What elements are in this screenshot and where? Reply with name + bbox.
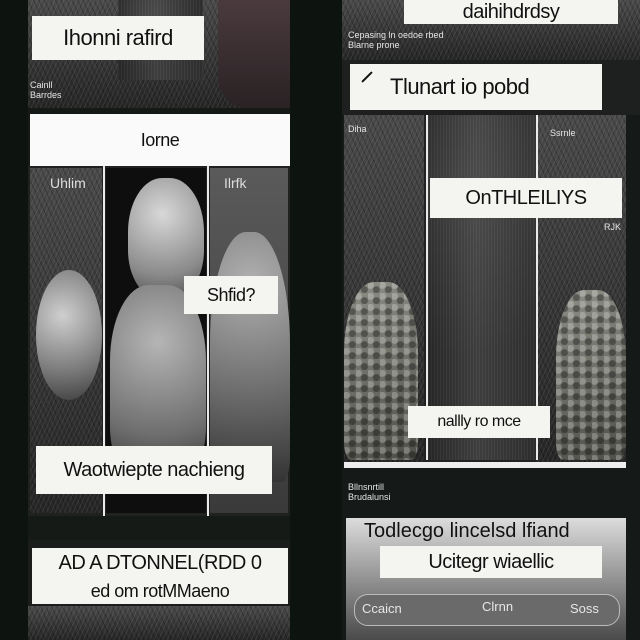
right-footer-tag-3: Soss <box>570 601 599 616</box>
left-column: Ihonni rafird Cainll Barrdes Iorne Uhlim… <box>28 0 290 640</box>
left-strip-right-caption: Ilrfk <box>224 175 247 191</box>
right-foot-right <box>556 290 626 460</box>
left-footer-line-1: AD A DTONNEL(RDD 0 <box>32 548 288 578</box>
right-small-caption: Bllnsnrtill Brudalunsi <box>348 482 391 502</box>
right-bottom-rule <box>344 462 626 468</box>
right-footer-text-1: Todlecgo lincelsd lfiand <box>364 520 570 542</box>
left-bottom-label: Waotwiepte nachieng <box>36 446 272 494</box>
right-foot-left <box>344 282 418 460</box>
right-side-caption-1: Diha <box>348 124 367 134</box>
left-top-figure <box>218 0 290 108</box>
right-footer-tag-2: Clrnn <box>482 599 514 614</box>
right-column: daihihdrdsy Cepasing ln oedoe rbed Blarn… <box>342 0 640 640</box>
right-side-caption-2: Ssrnle <box>550 128 576 138</box>
left-stone-right <box>210 232 290 482</box>
right-quote-label: Tlunart io pobd <box>350 64 602 110</box>
right-top-caption: Cepasing ln oedoe rbed Blarne prone <box>348 30 444 50</box>
right-footer-tag-1: Ccaicn <box>362 601 402 616</box>
right-mid-label: OnTHLEILIYS <box>430 178 622 218</box>
right-bottom-label: nallly ro mce <box>408 406 550 438</box>
left-footer-line-2: ed om rotMMaeno <box>32 578 288 604</box>
left-top-label: Ihonni rafird <box>32 16 204 60</box>
left-egg <box>36 270 102 400</box>
left-strip-left-caption: Uhlim <box>50 175 86 191</box>
right-top-label: daihihdrdsy <box>404 0 618 24</box>
right-mid-small: RJK <box>604 222 622 232</box>
left-band-label: Iorne <box>30 114 290 166</box>
left-footer-image <box>28 606 290 640</box>
right-footer-text-2: Ucitegr wiaellic <box>380 546 602 578</box>
left-top-caption: Cainll Barrdes <box>30 80 62 100</box>
left-mid-label: Shfid? <box>184 276 278 314</box>
